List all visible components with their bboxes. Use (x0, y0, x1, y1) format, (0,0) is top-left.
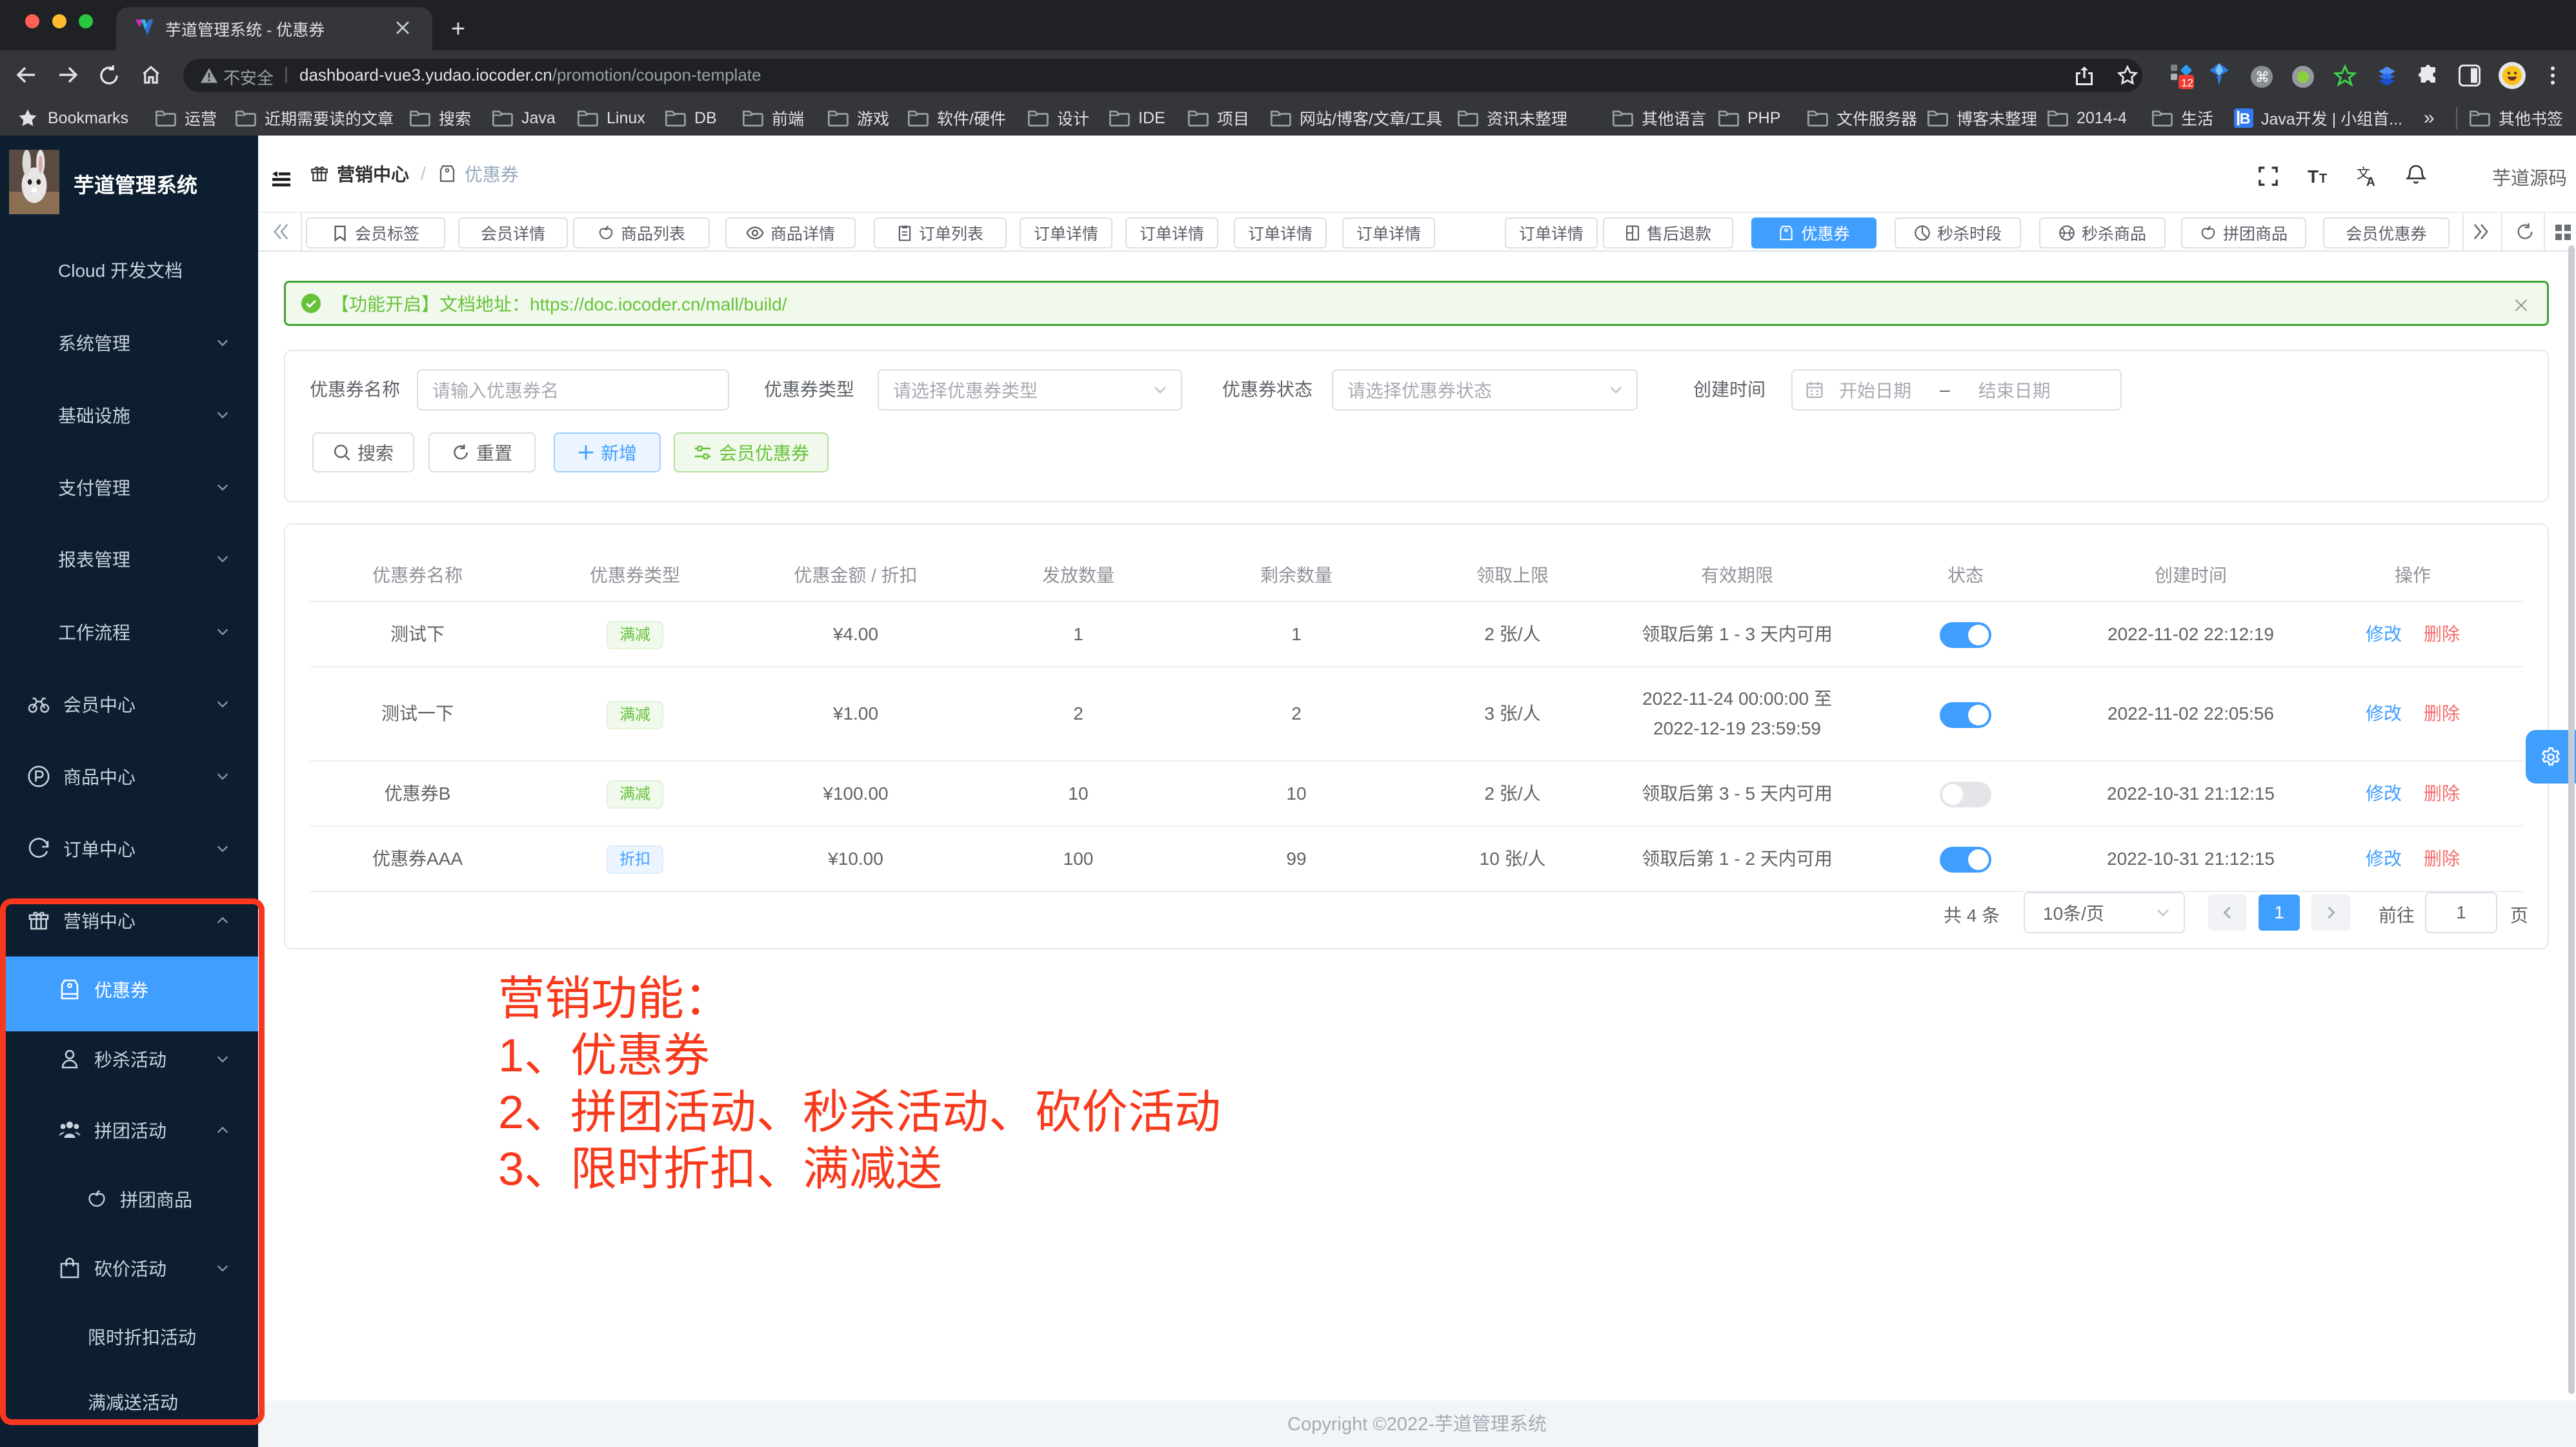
svg-text:T: T (2308, 167, 2319, 186)
svg-text:B: B (2240, 110, 2251, 127)
svg-text:A: A (2366, 176, 2375, 187)
svg-text:T: T (2319, 172, 2327, 186)
svg-text:⌘: ⌘ (2255, 69, 2269, 85)
svg-text:12: 12 (2181, 77, 2193, 89)
